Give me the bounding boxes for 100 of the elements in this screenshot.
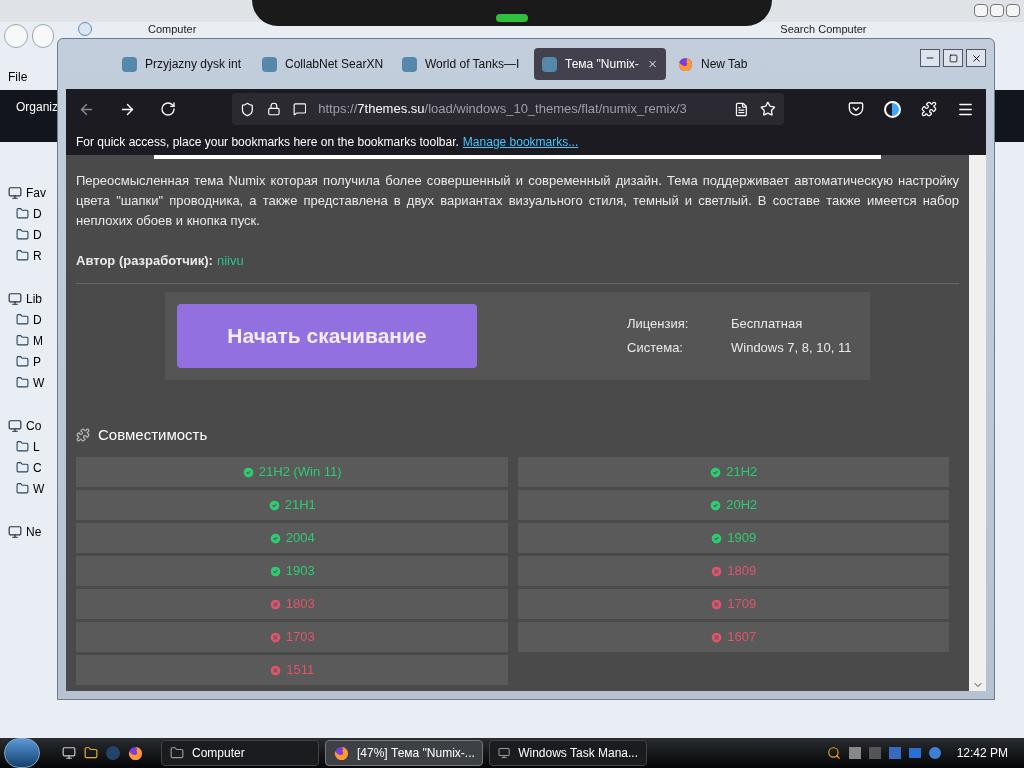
url-bar[interactable]: https://7themes.su/load/windows_10_themes/flat/numix_remix/3 xyxy=(232,93,784,125)
taskbar-button[interactable]: [47%] Тема "Numix-... xyxy=(325,740,483,766)
firefox-icon xyxy=(128,745,143,761)
compatibility-item: 1703 xyxy=(76,622,508,652)
minimize-button[interactable] xyxy=(920,49,940,67)
info-label: Лицензия: xyxy=(627,315,690,333)
tray-icon[interactable] xyxy=(908,748,921,758)
reload-icon[interactable] xyxy=(160,101,176,117)
nav-item[interactable]: P xyxy=(33,352,41,371)
window-control[interactable] xyxy=(990,4,1004,17)
browser-tab[interactable]: World of Tanks—I xyxy=(394,48,530,80)
toolbar-item[interactable]: Organiz xyxy=(16,100,59,114)
nav-item[interactable]: W xyxy=(33,479,45,498)
nav-item[interactable]: Fav xyxy=(26,183,46,202)
scrollbar[interactable] xyxy=(969,155,986,691)
nav-item[interactable]: C xyxy=(33,458,42,477)
search-field[interactable]: Search Computer xyxy=(780,22,891,36)
tray-icon[interactable] xyxy=(848,747,861,759)
theme-description: Переосмысленная тема Numix которая получила более совершенный и современный дизайн. Тема поддерживает автоматическую настройку цвета "шапки" проводника, а также представлена в двух вариантах визуального стиля, темный и светлый. В составе также имеется набор неплохих обоев и кнопка пуск. xyxy=(76,172,959,230)
close-icon[interactable] xyxy=(646,58,658,70)
maximize-button[interactable] xyxy=(943,49,963,67)
window-control[interactable] xyxy=(1006,4,1020,17)
nav-icon xyxy=(16,228,29,241)
nav-item[interactable]: W xyxy=(33,373,45,392)
reader-icon[interactable] xyxy=(733,101,749,117)
nav-icon xyxy=(8,524,22,539)
contrast-icon[interactable] xyxy=(884,100,901,118)
section-title: Совместимость xyxy=(98,424,208,445)
desktop-icon[interactable] xyxy=(62,745,76,760)
nav-item[interactable]: Lib xyxy=(26,289,42,308)
puzzle-icon xyxy=(76,427,90,442)
nav-icon xyxy=(16,482,29,495)
taskbar-button[interactable]: Computer xyxy=(161,740,319,766)
nav-icon xyxy=(16,249,29,262)
nav-item[interactable]: L xyxy=(33,437,40,456)
taskbar-button[interactable]: Windows Task Mana... xyxy=(489,740,647,766)
browser-tab[interactable]: New Tab xyxy=(670,48,806,80)
compatibility-item: 1511 xyxy=(76,655,508,685)
tray-icon[interactable] xyxy=(868,747,881,759)
compatibility-item: 1903 xyxy=(76,556,508,586)
site-icon xyxy=(402,56,417,72)
url-text: https://7themes.su/load/windows_10_themes/flat/numix_remix/3 xyxy=(318,100,688,119)
nav-item[interactable]: Co xyxy=(26,416,42,435)
firefox-icon xyxy=(334,745,349,761)
compatibility-item: 1607 xyxy=(517,622,949,652)
nav-icon xyxy=(8,418,22,433)
pocket-icon[interactable] xyxy=(848,101,864,117)
bookmarks-hint: For quick access, place your bookmarks here on the bookmarks toolbar. xyxy=(76,134,459,151)
site-icon xyxy=(122,56,137,72)
search-icon[interactable] xyxy=(826,746,841,760)
nav-item[interactable]: R xyxy=(33,246,42,265)
monitor-icon xyxy=(498,746,511,760)
nav-item[interactable]: Ne xyxy=(26,522,42,541)
manage-bookmarks-link[interactable]: Manage bookmarks... xyxy=(462,133,579,151)
nav-icon xyxy=(16,313,29,326)
nav-item[interactable]: M xyxy=(33,331,43,350)
compatibility-item: 21H2 xyxy=(517,457,949,487)
browser-tab[interactable]: Тема "Numix- xyxy=(534,48,666,80)
nav-icon xyxy=(16,355,29,368)
compatibility-item: 21H2 (Win 11) xyxy=(76,457,508,487)
nav-icon xyxy=(8,291,22,306)
browser-tab[interactable]: Przyjazny dysk int xyxy=(114,48,250,80)
site-icon xyxy=(542,56,557,72)
compatibility-item: 21H1 xyxy=(76,490,508,520)
maximize-icon xyxy=(948,53,958,63)
compatibility-item: 20H2 xyxy=(517,490,949,520)
shield-icon xyxy=(240,101,255,117)
folder-icon xyxy=(170,746,184,760)
menu-item[interactable]: File xyxy=(8,68,28,86)
compatibility-item: 1809 xyxy=(517,556,949,586)
address-text[interactable]: Computer xyxy=(148,22,197,36)
nav-icon xyxy=(16,461,29,474)
firefox-icon xyxy=(678,56,693,72)
nav-icon xyxy=(16,334,29,347)
clock[interactable]: 12:42 PM xyxy=(956,744,1008,762)
info-label: Система: xyxy=(627,338,684,357)
site-icon xyxy=(262,56,277,72)
up-button[interactable] xyxy=(78,22,92,36)
close-button[interactable] xyxy=(966,49,986,67)
nav-icon xyxy=(16,376,29,389)
tray-icon[interactable] xyxy=(888,747,901,759)
compatibility-item: 1909 xyxy=(517,523,949,553)
browser-tab[interactable]: CollabNet SearXN xyxy=(254,48,390,80)
tray-icon[interactable] xyxy=(928,747,941,759)
nav-icon xyxy=(8,185,22,200)
compatibility-item: 1709 xyxy=(517,589,949,619)
extensions-icon[interactable] xyxy=(921,101,937,117)
nav-item[interactable]: D xyxy=(33,310,42,329)
start-button[interactable] xyxy=(4,738,40,768)
author-link[interactable]: niivu xyxy=(216,251,244,271)
nav-icon xyxy=(16,207,29,220)
nav-item[interactable]: D xyxy=(33,225,42,244)
author-label: Автор (разработчик): xyxy=(76,252,213,270)
window-control[interactable] xyxy=(974,4,988,17)
nav-item[interactable]: D xyxy=(33,204,42,223)
compatibility-item: 2004 xyxy=(76,523,508,553)
nav-icon xyxy=(16,440,29,453)
compatibility-item: 1803 xyxy=(76,589,508,619)
bookmark-star-icon[interactable] xyxy=(760,101,776,117)
info-value: Windows 7, 8, 10, 11 xyxy=(731,338,852,357)
